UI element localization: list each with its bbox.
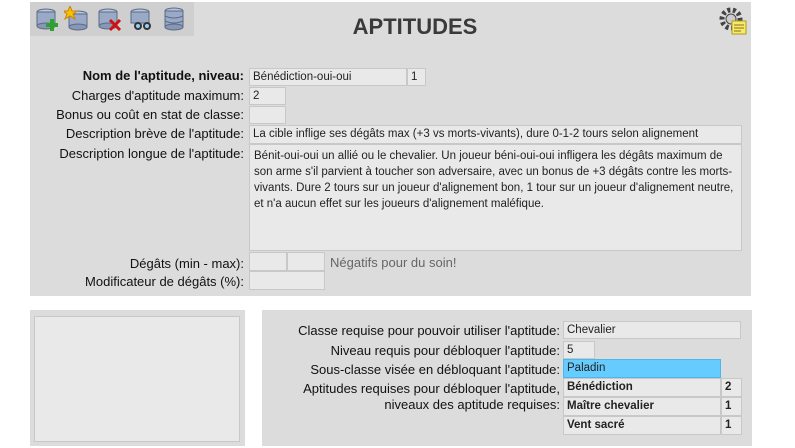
- damage-mod-label: Modificateur de dégâts (%):: [85, 274, 244, 289]
- damage-hint: Négatifs pour du soin!: [330, 255, 457, 270]
- prereq-name-3[interactable]: Vent sacré: [563, 416, 721, 435]
- name-label: Nom de l'aptitude, niveau:: [82, 68, 244, 83]
- prereq-label-line1: Aptitudes requises pour débloquer l'apti…: [303, 381, 560, 396]
- bonus-input[interactable]: [249, 106, 286, 124]
- required-level-label: Niveau requis pour débloquer l'aptitude:: [330, 343, 560, 358]
- toolbar: [30, 2, 194, 36]
- subclass-label: Sous-classe visée en débloquant l'aptitu…: [310, 362, 560, 377]
- required-class-label: Classe requise pour pouvoir utiliser l'a…: [298, 323, 560, 338]
- subclass-input[interactable]: Paladin: [563, 359, 721, 378]
- settings-gear-icon[interactable]: [718, 6, 748, 36]
- page-title: APTITUDES: [352, 14, 478, 39]
- prereq-label-line2: niveaux des aptitude requises:: [384, 397, 560, 412]
- damage-max-input[interactable]: [287, 252, 325, 271]
- long-desc-label: Description longue de l'aptitude:: [59, 146, 244, 161]
- damage-min-input[interactable]: [249, 252, 287, 271]
- name-input[interactable]: Bénédiction-oui-oui: [249, 68, 407, 86]
- long-desc-textarea[interactable]: Bénit-oui-oui un allié ou le chevalier. …: [249, 144, 742, 251]
- new-database-icon[interactable]: [61, 4, 92, 32]
- bonus-label: Bonus ou coût en stat de classe:: [56, 107, 244, 122]
- add-database-icon[interactable]: [34, 6, 62, 32]
- level-input[interactable]: 1: [407, 68, 426, 86]
- max-charges-label: Charges d'aptitude maximum:: [71, 88, 244, 103]
- prereq-level-3[interactable]: 1: [721, 416, 742, 435]
- prereq-level-2[interactable]: 1: [721, 397, 742, 416]
- damage-label: Dégâts (min - max):: [129, 256, 244, 271]
- database-stack-icon[interactable]: [160, 6, 188, 32]
- short-desc-input[interactable]: La cible inflige ses dégâts max (+3 vs m…: [249, 125, 742, 144]
- prereq-name-2[interactable]: Maître chevalier: [563, 397, 721, 416]
- prereq-level-1[interactable]: 2: [721, 378, 742, 397]
- delete-database-icon[interactable]: [96, 6, 124, 32]
- prereq-name-1[interactable]: Bénédiction: [563, 378, 721, 397]
- required-level-input[interactable]: 5: [563, 341, 595, 359]
- damage-mod-input[interactable]: [249, 271, 325, 290]
- required-class-input[interactable]: Chevalier: [563, 321, 741, 339]
- short-desc-label: Description brève de l'aptitude:: [65, 126, 244, 141]
- search-database-icon[interactable]: [128, 6, 156, 32]
- max-charges-input[interactable]: 2: [249, 87, 286, 105]
- image-placeholder[interactable]: [34, 316, 240, 442]
